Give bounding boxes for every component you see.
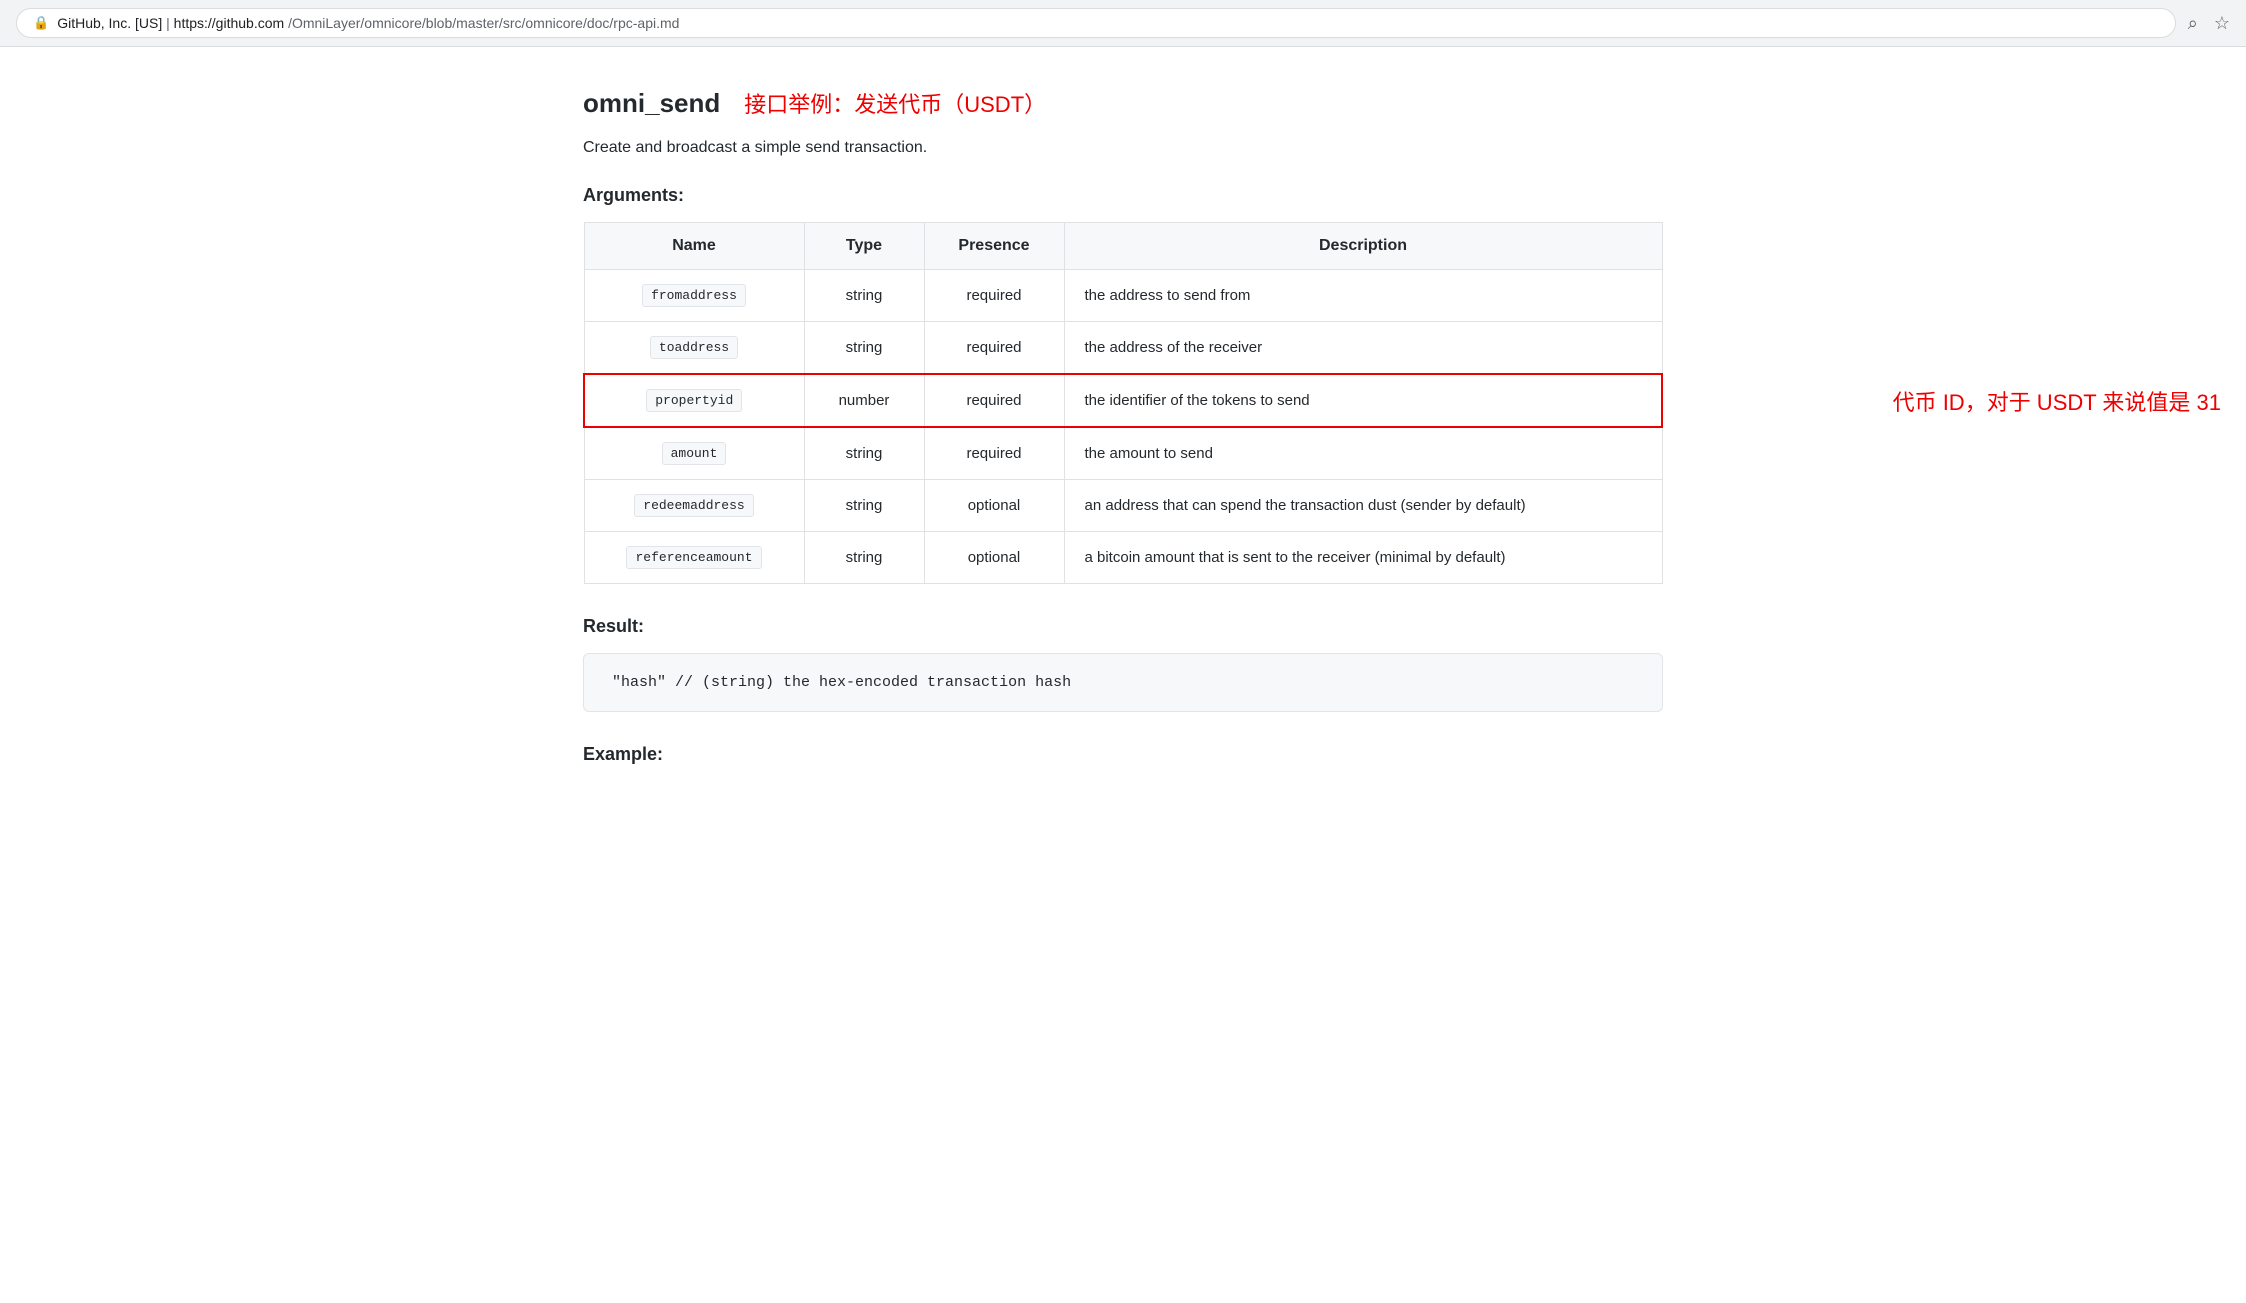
url-text: GitHub, Inc. [US] | https://github.com /… [57, 15, 679, 31]
page-content: omni_send 接口举例：发送代币（USDT） Create and bro… [523, 47, 1723, 837]
col-header-name: Name [584, 223, 804, 270]
amount-badge: amount [662, 442, 727, 465]
url-domain: https://github.com [174, 15, 285, 31]
result-code: "hash" // (string) the hex-encoded trans… [612, 674, 1071, 691]
row-desc-referenceamount: a bitcoin amount that is sent to the rec… [1064, 532, 1662, 584]
row-name-amount: amount [584, 427, 804, 480]
address-bar[interactable]: 🔒 GitHub, Inc. [US] | https://github.com… [16, 8, 2176, 38]
row-type-fromaddress: string [804, 270, 924, 322]
row-presence-propertyid: required [924, 374, 1064, 427]
lock-icon: 🔒 [33, 15, 49, 31]
api-name: omni_send [583, 88, 720, 119]
table-header-row: Name Type Presence Description [584, 223, 1662, 270]
row-desc-fromaddress: the address to send from [1064, 270, 1662, 322]
row-type-amount: string [804, 427, 924, 480]
table-row: amount string required the amount to sen… [584, 427, 1662, 480]
arguments-table: Name Type Presence Description fromaddre… [583, 222, 1663, 584]
row-name-referenceamount: referenceamount [584, 532, 804, 584]
result-code-block: "hash" // (string) the hex-encoded trans… [583, 653, 1663, 712]
example-section: Example: [583, 744, 1663, 765]
row-presence-redeemaddress: optional [924, 480, 1064, 532]
title-section: omni_send 接口举例：发送代币（USDT） [583, 87, 1663, 119]
row-desc-redeemaddress: an address that can spend the transactio… [1064, 480, 1662, 532]
fromaddress-badge: fromaddress [642, 284, 746, 307]
arguments-label: Arguments: [583, 185, 1663, 206]
url-separator: | [166, 15, 174, 31]
row-type-toaddress: string [804, 322, 924, 375]
table-row-propertyid: propertyid number required the identifie… [584, 374, 1662, 427]
url-path: /OmniLayer/omnicore/blob/master/src/omni… [288, 15, 679, 31]
result-section: Result: "hash" // (string) the hex-encod… [583, 616, 1663, 712]
propertyid-annotation: 代币 ID，对于 USDT 来说值是 31 [1893, 375, 2221, 426]
example-label: Example: [583, 744, 1663, 765]
propertyid-badge: propertyid [646, 389, 742, 412]
url-host: GitHub, Inc. [US] [57, 15, 162, 31]
row-name-toaddress: toaddress [584, 322, 804, 375]
table-row: referenceamount string optional a bitcoi… [584, 532, 1662, 584]
row-type-propertyid: number [804, 374, 924, 427]
col-header-type: Type [804, 223, 924, 270]
row-name-fromaddress: fromaddress [584, 270, 804, 322]
table-wrapper: Name Type Presence Description fromaddre… [583, 222, 1663, 584]
row-presence-fromaddress: required [924, 270, 1064, 322]
api-description: Create and broadcast a simple send trans… [583, 139, 1663, 157]
col-header-description: Description [1064, 223, 1662, 270]
browser-toolbar-icons: ⌕ ☆ [2188, 13, 2230, 34]
title-annotation: 接口举例：发送代币（USDT） [744, 87, 1046, 119]
bookmark-icon[interactable]: ☆ [2214, 13, 2230, 34]
row-presence-amount: required [924, 427, 1064, 480]
redeemaddress-badge: redeemaddress [634, 494, 753, 517]
row-presence-referenceamount: optional [924, 532, 1064, 584]
arguments-section: Arguments: Name Type Presence Descriptio… [583, 185, 1663, 584]
row-type-referenceamount: string [804, 532, 924, 584]
row-desc-propertyid: the identifier of the tokens to send 代币 … [1064, 374, 1662, 427]
browser-chrome: 🔒 GitHub, Inc. [US] | https://github.com… [0, 0, 2246, 47]
toaddress-badge: toaddress [650, 336, 738, 359]
result-label: Result: [583, 616, 1663, 637]
row-name-propertyid: propertyid [584, 374, 804, 427]
table-row: fromaddress string required the address … [584, 270, 1662, 322]
col-header-presence: Presence [924, 223, 1064, 270]
row-name-redeemaddress: redeemaddress [584, 480, 804, 532]
table-row: redeemaddress string optional an address… [584, 480, 1662, 532]
row-desc-toaddress: the address of the receiver [1064, 322, 1662, 375]
row-desc-amount: the amount to send [1064, 427, 1662, 480]
table-row: toaddress string required the address of… [584, 322, 1662, 375]
row-presence-toaddress: required [924, 322, 1064, 375]
search-icon[interactable]: ⌕ [2188, 13, 2198, 34]
referenceamount-badge: referenceamount [626, 546, 761, 569]
row-type-redeemaddress: string [804, 480, 924, 532]
